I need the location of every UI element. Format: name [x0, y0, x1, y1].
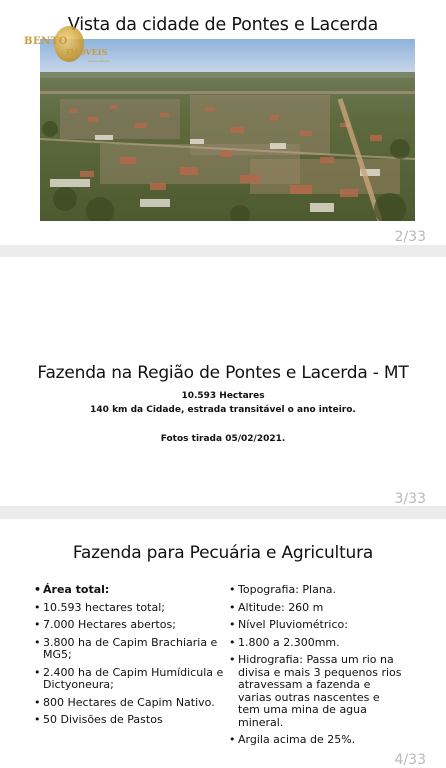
list-item: Topografia: Plana. [229, 583, 404, 597]
list-item: 50 Divisões de Pastos [34, 713, 224, 727]
list-item: 800 Hectares de Capim Nativo. [34, 696, 224, 710]
page-number: 3/33 [394, 491, 426, 507]
list-item: 2.400 ha de Capim Humídicula e Dictyoneu… [34, 666, 224, 692]
bento-imoveis-logo: BENTO IMÓVEIS desde sempre [24, 26, 124, 68]
logo-text: IMÓVEIS [66, 47, 108, 57]
farm-details-left-list: Área total: 10.593 hectares total; 7.000… [34, 583, 224, 732]
list-item: 3.800 ha de Capim Brachiaria e MG5; [34, 636, 224, 662]
logo-text: BENTO [24, 36, 68, 47]
list-item: Hidrografia: Passa um rio na divisa e ma… [229, 653, 404, 729]
list-item: Altitude: 260 m [229, 601, 404, 615]
page-number: 2/33 [394, 229, 426, 245]
list-item: Argila acima de 25%. [229, 733, 404, 747]
slide-title: Fazenda na Região de Pontes e Lacerda - … [37, 363, 409, 383]
list-item: Nível Pluviométrico: [229, 618, 404, 632]
farm-distance-line: 140 km da Cidade, estrada transitável o … [90, 405, 356, 415]
logo-tagline: desde sempre [88, 59, 110, 63]
list-item: 1.800 a 2.300mm. [229, 636, 404, 650]
farm-area-line: 10.593 Hectares [181, 391, 265, 401]
slide-farm-region: Fazenda na Região de Pontes e Lacerda - … [0, 257, 446, 507]
slide-city-view: Vista da cidade de Pontes e Lacerda BENT… [0, 0, 446, 245]
slide-farm-details: Fazenda para Pecuária e Agricultura Área… [0, 519, 446, 768]
list-item: Área total: [34, 583, 224, 597]
slide-title: Fazenda para Pecuária e Agricultura [72, 543, 374, 563]
farm-details-right-list: Topografia: Plana. Altitude: 260 m Nível… [229, 583, 404, 752]
photo-date-line: Fotos tirada 05/02/2021. [160, 434, 286, 444]
list-item: 10.593 hectares total; [34, 601, 224, 615]
list-item: 7.000 Hectares abertos; [34, 618, 224, 632]
page-number: 4/33 [394, 752, 426, 768]
